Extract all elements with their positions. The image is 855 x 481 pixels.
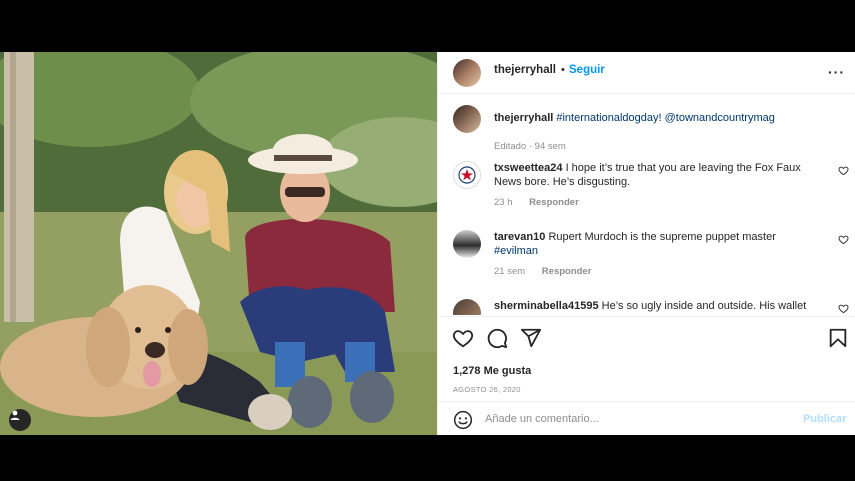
- post-side-panel: thejerryhall • Seguir ··· thejerryhall #…: [437, 52, 855, 435]
- comment-meta: 23 h Responder: [494, 197, 593, 208]
- comment-body: Rupert Murdoch is the supreme puppet mas…: [548, 231, 776, 243]
- instagram-post: thejerryhall • Seguir ··· thejerryhall #…: [0, 52, 855, 435]
- caption-meta: Editado · 94 sem: [494, 141, 580, 152]
- emoji-icon[interactable]: [453, 410, 473, 430]
- comments-list[interactable]: thejerryhall #internationaldogday! @town…: [438, 95, 855, 315]
- post-date: AGOSTO 26, 2020: [453, 385, 521, 394]
- star-logo-icon: [458, 166, 476, 184]
- caption-edited: Editado · 94 sem: [494, 141, 566, 152]
- comment-time: 23 h: [494, 197, 513, 208]
- likes-count[interactable]: 1,278 Me gusta: [453, 365, 531, 377]
- comment-meta: 21 sem Responder: [494, 266, 605, 277]
- share-icon[interactable]: [520, 327, 542, 349]
- comment-text: tarevan10 Rupert Murdoch is the supreme …: [494, 230, 824, 258]
- user-tag-button[interactable]: [9, 409, 31, 431]
- heart-icon[interactable]: [452, 327, 474, 349]
- caption-username[interactable]: thejerryhall: [494, 112, 553, 124]
- publish-button[interactable]: Publicar: [803, 413, 846, 425]
- commenter-avatar[interactable]: [453, 161, 481, 189]
- commenter-avatar[interactable]: [453, 230, 481, 258]
- comment-like-icon[interactable]: [838, 234, 849, 245]
- header-separator: •: [561, 64, 565, 76]
- reply-button[interactable]: Responder: [529, 197, 579, 208]
- follow-button[interactable]: Seguir: [569, 64, 605, 76]
- caption-mention[interactable]: @townandcountrymag: [665, 112, 775, 124]
- more-options-button[interactable]: ···: [828, 64, 845, 80]
- reply-button[interactable]: Responder: [542, 266, 592, 277]
- comment-text: txsweettea24 I hope it’s true that you a…: [494, 161, 824, 189]
- commenter-avatar[interactable]: [453, 299, 481, 315]
- comment-input[interactable]: [485, 410, 785, 428]
- comment-icon[interactable]: [486, 327, 508, 349]
- photo-illustration: [0, 52, 437, 435]
- bookmark-icon[interactable]: [827, 327, 849, 349]
- commenter-username[interactable]: sherminabella41595: [494, 300, 599, 312]
- post-photo[interactable]: [0, 52, 437, 435]
- commenter-username[interactable]: tarevan10: [494, 231, 545, 243]
- author-username[interactable]: thejerryhall: [494, 64, 556, 76]
- caption-avatar[interactable]: [453, 105, 481, 133]
- caption-hashtag[interactable]: #internationaldogday!: [556, 112, 661, 124]
- comment-time: 21 sem: [494, 266, 526, 277]
- comment-body: He’s so ugly inside and outside. His wal…: [601, 300, 807, 312]
- user-tag-icon: [10, 410, 20, 420]
- caption-text: thejerryhall #internationaldogday! @town…: [494, 111, 824, 125]
- comment-text: sherminabella41595 He’s so ugly inside a…: [494, 299, 824, 313]
- comment-hashtag[interactable]: #evilman: [494, 245, 538, 257]
- post-header: thejerryhall • Seguir ···: [438, 52, 855, 94]
- commenter-username[interactable]: txsweettea24: [494, 162, 563, 174]
- add-comment-bar: Publicar: [438, 401, 855, 435]
- comment-like-icon[interactable]: [838, 165, 849, 176]
- comment-like-icon[interactable]: [838, 303, 849, 314]
- author-avatar[interactable]: [453, 59, 481, 87]
